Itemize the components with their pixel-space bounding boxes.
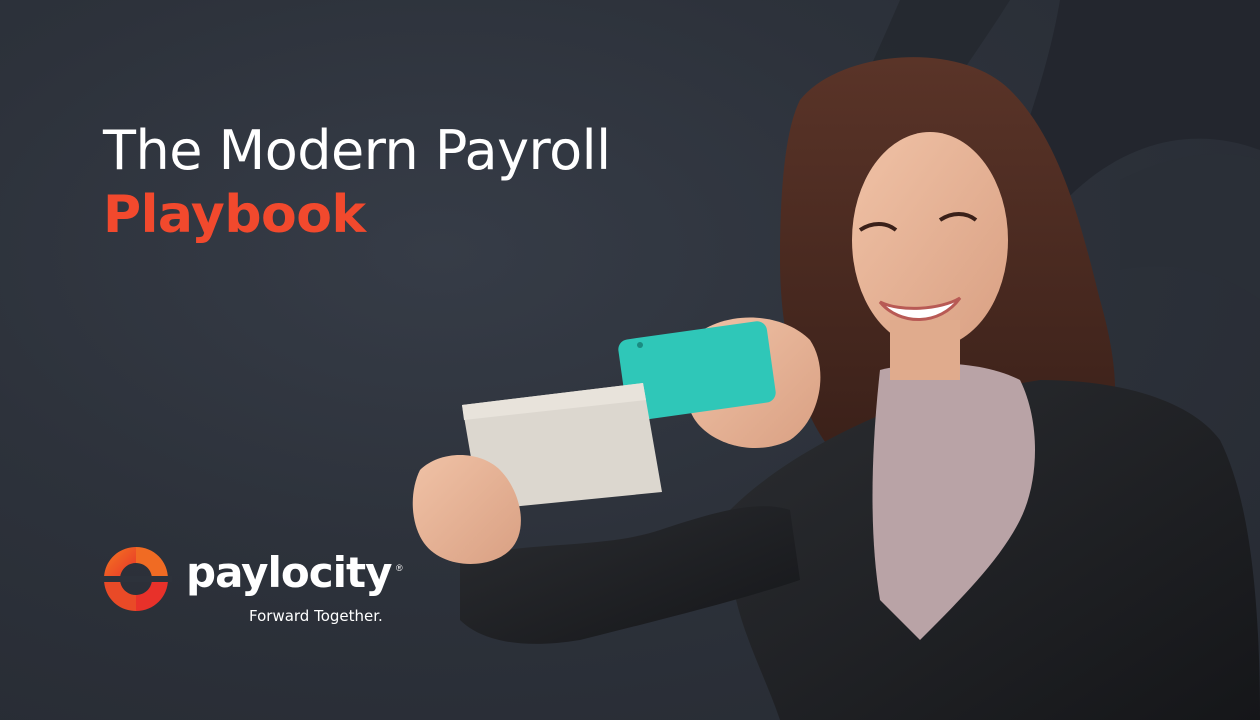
cover-page: The Modern Payroll Playbook paylocity ® …	[0, 0, 1260, 720]
paylocity-logo-mark-icon	[100, 547, 172, 611]
paylocity-wordmark: paylocity	[186, 548, 392, 597]
paylocity-logo: paylocity ® Forward Together.	[100, 543, 410, 633]
hero-photo	[412, 57, 1260, 720]
brand-tagline: Forward Together.	[249, 607, 383, 625]
